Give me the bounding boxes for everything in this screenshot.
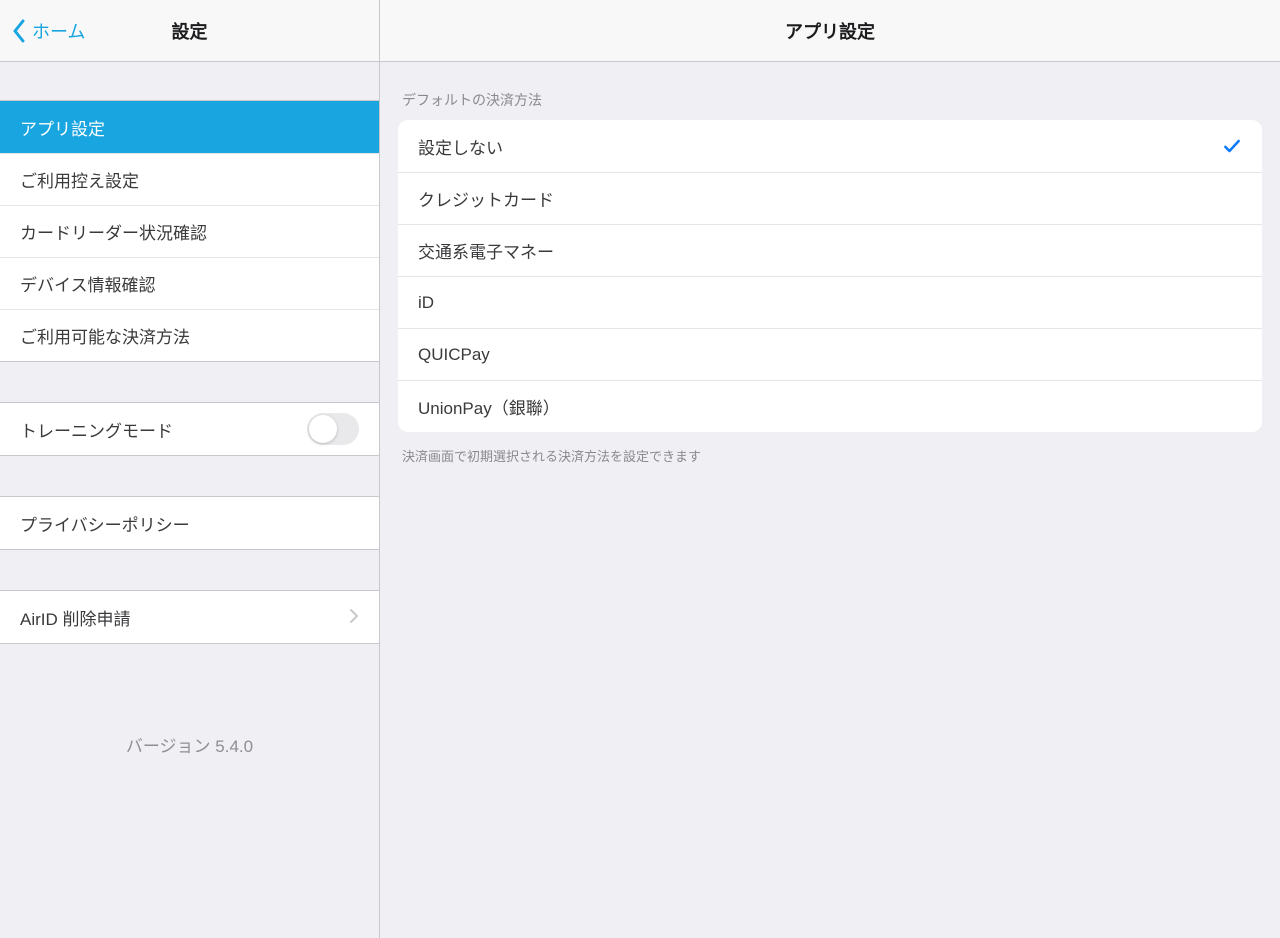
sidebar-navbar: ホーム 設定 xyxy=(0,0,379,62)
payment-option-label: 交通系電子マネー xyxy=(418,238,554,263)
sidebar-group-1: トレーニングモード xyxy=(0,402,379,456)
section-footer-default-payment: 決済画面で初期選択される決済方法を設定できます xyxy=(398,432,1262,465)
sidebar-item-label: AirID 削除申請 xyxy=(20,605,349,630)
chevron-right-icon xyxy=(349,606,359,628)
sidebar-item-label: ご利用控え設定 xyxy=(20,167,359,192)
default-payment-list: 設定しない クレジットカード 交通系電子マネー iD QUICPay xyxy=(398,120,1262,432)
sidebar-item-privacy-policy[interactable]: プライバシーポリシー xyxy=(0,497,379,549)
back-button-label: ホーム xyxy=(32,18,85,44)
sidebar-group-3: AirID 削除申請 xyxy=(0,590,379,644)
payment-option-label: iD xyxy=(418,293,434,313)
back-button[interactable]: ホーム xyxy=(0,18,85,44)
detail-navbar: アプリ設定 xyxy=(380,0,1280,62)
chevron-left-icon xyxy=(12,19,26,43)
payment-option-credit-card[interactable]: クレジットカード xyxy=(398,172,1262,224)
version-text: バージョン 5.4.0 xyxy=(0,644,379,757)
sidebar-group-0: アプリ設定 ご利用控え設定 カードリーダー状況確認 デバイス情報確認 ご利用可能… xyxy=(0,100,379,362)
sidebar: ホーム 設定 アプリ設定 ご利用控え設定 カードリーダー状況確認 デバイス情報確… xyxy=(0,0,380,938)
sidebar-item-label: ご利用可能な決済方法 xyxy=(20,323,359,348)
sidebar-item-training-mode[interactable]: トレーニングモード xyxy=(0,403,379,455)
payment-option-id[interactable]: iD xyxy=(398,276,1262,328)
sidebar-item-label: カードリーダー状況確認 xyxy=(20,219,359,244)
training-mode-toggle[interactable] xyxy=(307,413,359,445)
sidebar-item-available-payments[interactable]: ご利用可能な決済方法 xyxy=(0,309,379,361)
checkmark-icon xyxy=(1222,136,1242,156)
sidebar-item-cardreader-status[interactable]: カードリーダー状況確認 xyxy=(0,205,379,257)
sidebar-item-label: デバイス情報確認 xyxy=(20,271,359,296)
sidebar-item-label: トレーニングモード xyxy=(20,417,307,442)
payment-option-label: 設定しない xyxy=(418,134,503,159)
payment-option-quicpay[interactable]: QUICPay xyxy=(398,328,1262,380)
payment-option-none[interactable]: 設定しない xyxy=(398,120,1262,172)
sidebar-item-label: プライバシーポリシー xyxy=(20,511,359,536)
payment-option-unionpay[interactable]: UnionPay（銀聯） xyxy=(398,380,1262,432)
sidebar-item-receipt-settings[interactable]: ご利用控え設定 xyxy=(0,153,379,205)
sidebar-item-app-settings[interactable]: アプリ設定 xyxy=(0,101,379,153)
sidebar-item-airid-delete[interactable]: AirID 削除申請 xyxy=(0,591,379,643)
sidebar-item-device-info[interactable]: デバイス情報確認 xyxy=(0,257,379,309)
detail-title: アプリ設定 xyxy=(380,18,1280,44)
detail-content: デフォルトの決済方法 設定しない クレジットカード 交通系電子マネー iD xyxy=(380,62,1280,938)
sidebar-content: アプリ設定 ご利用控え設定 カードリーダー状況確認 デバイス情報確認 ご利用可能… xyxy=(0,62,379,938)
sidebar-item-label: アプリ設定 xyxy=(20,115,359,140)
section-header-default-payment: デフォルトの決済方法 xyxy=(398,62,1262,120)
payment-option-label: QUICPay xyxy=(418,345,490,365)
payment-option-label: クレジットカード xyxy=(418,186,554,211)
payment-option-transit-emoney[interactable]: 交通系電子マネー xyxy=(398,224,1262,276)
payment-option-label: UnionPay（銀聯） xyxy=(418,394,560,419)
toggle-knob xyxy=(309,415,337,443)
detail-pane: アプリ設定 デフォルトの決済方法 設定しない クレジットカード 交通系電子マネー xyxy=(380,0,1280,938)
sidebar-group-2: プライバシーポリシー xyxy=(0,496,379,550)
